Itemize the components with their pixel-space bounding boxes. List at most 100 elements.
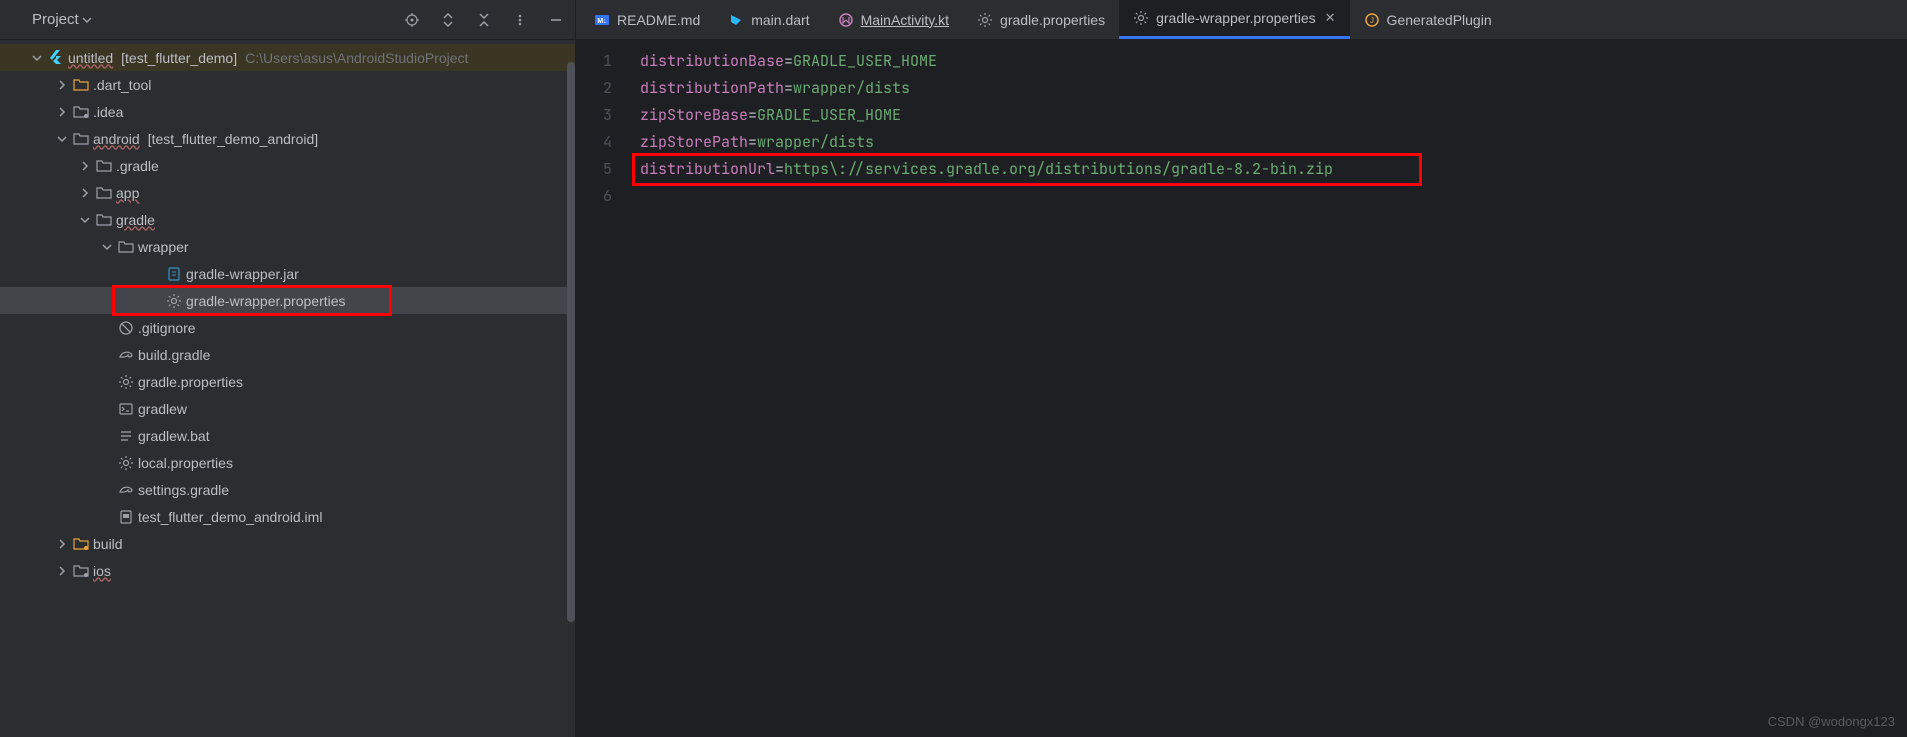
tab-gradle-wrapper-properties[interactable]: gradle-wrapper.properties✕ (1119, 0, 1349, 39)
chevron-icon[interactable] (78, 161, 92, 171)
terminal-icon (118, 401, 134, 417)
gradle-icon (118, 482, 134, 498)
root-suffix: [test_flutter_demo] (121, 50, 237, 66)
gear-icon (118, 455, 134, 471)
tab-gradle-properties[interactable]: gradle.properties (963, 0, 1119, 39)
tree-item-label: gradle-wrapper.properties (186, 293, 346, 309)
collapse-icon[interactable] (475, 11, 493, 29)
tree-item-label: gradle.properties (138, 374, 243, 390)
project-tree: untitled [test_flutter_demo] C:\Users\as… (0, 40, 575, 737)
tree-item-suffix: [test_flutter_demo_android] (148, 131, 318, 147)
tree-item-label: ios (93, 563, 111, 579)
tree-item-label: settings.gradle (138, 482, 229, 498)
tree-item-app[interactable]: app (0, 179, 575, 206)
chevron-icon[interactable] (55, 566, 69, 576)
tab-generatedplugin[interactable]: JGeneratedPlugin (1350, 0, 1506, 39)
root-path: C:\Users\asus\AndroidStudioProject (245, 50, 468, 66)
flutter-icon (48, 50, 64, 66)
tree-item-settings-gradle[interactable]: settings.gradle (0, 476, 575, 503)
tree-item--idea[interactable]: .idea (0, 98, 575, 125)
line-number: 6 (576, 183, 632, 210)
tree-item-label: android (93, 131, 140, 147)
gear-icon (1133, 10, 1149, 26)
dart-icon (728, 12, 744, 28)
tree-item-label: gradle-wrapper.jar (186, 266, 299, 282)
folder-dotted-icon (73, 104, 89, 120)
chevron-down-icon (82, 15, 92, 25)
tree-item-gradle-wrapper-jar[interactable]: gradle-wrapper.jar (0, 260, 575, 287)
chevron-icon[interactable] (55, 107, 69, 117)
chevron-icon[interactable] (78, 215, 92, 225)
gear-icon (166, 293, 182, 309)
chevron-icon[interactable] (55, 134, 69, 144)
code-line[interactable]: zipStorePath=wrapper/dists (632, 129, 1907, 156)
tree-item-label: .gradle (116, 158, 159, 174)
tab-label: GeneratedPlugin (1387, 12, 1492, 28)
editor-area: M↓README.md main.dart MainActivity.kt gradl… (576, 0, 1907, 737)
gutter: 123456 (576, 40, 632, 737)
tree-item-build[interactable]: build (0, 530, 575, 557)
tab-main-dart[interactable]: main.dart (714, 0, 823, 39)
tree-item-local-properties[interactable]: local.properties (0, 449, 575, 476)
tree-item-label: build.gradle (138, 347, 210, 363)
tree-item-test-flutter-demo-android-iml[interactable]: test_flutter_demo_android.iml (0, 503, 575, 530)
tree-item-gradle[interactable]: gradle (0, 206, 575, 233)
code-content[interactable]: distributionBase=GRADLE_USER_HOMEdistrib… (632, 40, 1907, 737)
code-line[interactable]: distributionBase=GRADLE_USER_HOME (632, 48, 1907, 75)
chevron-icon[interactable] (78, 188, 92, 198)
gitignore-icon (118, 320, 134, 336)
tree-item-wrapper[interactable]: wrapper (0, 233, 575, 260)
tree-item-gradle-properties[interactable]: gradle.properties (0, 368, 575, 395)
tree-item-build-gradle[interactable]: build.gradle (0, 341, 575, 368)
folder-closed-icon (96, 158, 112, 174)
chevron-icon[interactable] (55, 80, 69, 90)
jar-icon (166, 266, 182, 282)
scrollbar[interactable] (567, 62, 575, 622)
tab-label: MainActivity.kt (861, 12, 949, 28)
folder-orange-dot-icon (73, 536, 89, 552)
tree-item-label: gradle (116, 212, 155, 228)
tree-item-gradle-wrapper-properties[interactable]: gradle-wrapper.properties (0, 287, 575, 314)
tree-root[interactable]: untitled [test_flutter_demo] C:\Users\as… (0, 44, 575, 71)
line-number: 2 (576, 75, 632, 102)
tree-item--dart-tool[interactable]: .dart_tool (0, 71, 575, 98)
tree-item-gradlew-bat[interactable]: gradlew.bat (0, 422, 575, 449)
folder-closed-icon (96, 185, 112, 201)
tree-item--gitignore[interactable]: .gitignore (0, 314, 575, 341)
chevron-down-icon[interactable] (30, 53, 44, 63)
code-line[interactable]: distributionPath=wrapper/dists (632, 75, 1907, 102)
folder-dotted-icon (73, 563, 89, 579)
tree-item-label: app (116, 185, 139, 201)
gear-icon (977, 12, 993, 28)
more-icon[interactable] (511, 11, 529, 29)
tab-readme-md[interactable]: M↓README.md (580, 0, 714, 39)
folder-orange-icon (73, 77, 89, 93)
line-number: 4 (576, 129, 632, 156)
root-name: untitled (68, 50, 113, 66)
tree-item--gradle[interactable]: .gradle (0, 152, 575, 179)
code-editor[interactable]: 123456 distributionBase=GRADLE_USER_HOME… (576, 40, 1907, 737)
code-line[interactable]: distributionUrl=https\://services.gradle… (632, 156, 1907, 183)
tab-mainactivity-kt[interactable]: MainActivity.kt (824, 0, 963, 39)
tree-item-android[interactable]: android [test_flutter_demo_android] (0, 125, 575, 152)
line-number: 1 (576, 48, 632, 75)
kotlin-icon (838, 12, 854, 28)
tree-item-gradlew[interactable]: gradlew (0, 395, 575, 422)
tree-item-label: .gitignore (138, 320, 196, 336)
gear-icon (118, 374, 134, 390)
chevron-icon[interactable] (100, 242, 114, 252)
gradle-icon (118, 347, 134, 363)
close-icon[interactable]: ✕ (1325, 10, 1336, 26)
folder-open-icon (73, 131, 89, 147)
target-icon[interactable] (403, 11, 421, 29)
minimize-icon[interactable] (547, 11, 565, 29)
sidebar-title[interactable]: Project (32, 11, 92, 28)
line-number: 3 (576, 102, 632, 129)
tab-label: main.dart (751, 12, 809, 28)
folder-open-icon (96, 212, 112, 228)
tree-item-ios[interactable]: ios (0, 557, 575, 584)
chevron-icon[interactable] (55, 539, 69, 549)
tree-item-label: .dart_tool (93, 77, 151, 93)
expand-icon[interactable] (439, 11, 457, 29)
code-line[interactable]: zipStoreBase=GRADLE_USER_HOME (632, 102, 1907, 129)
